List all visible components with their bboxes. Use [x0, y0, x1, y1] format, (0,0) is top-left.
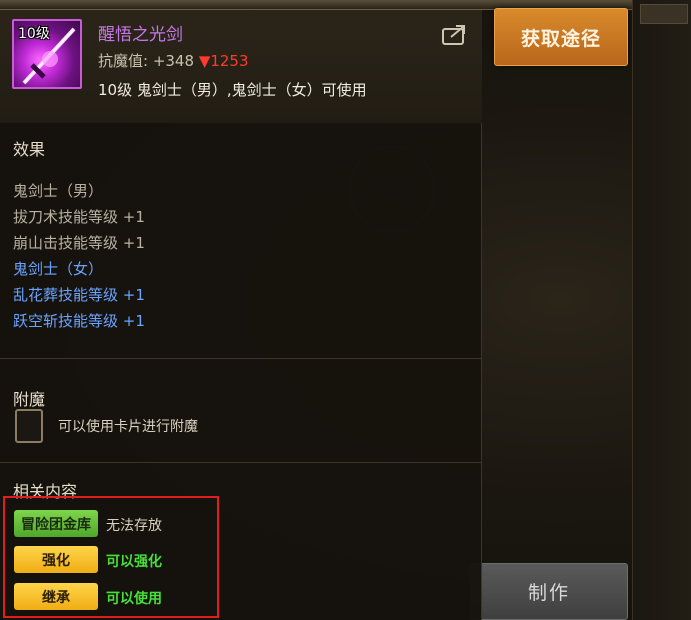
divider: [0, 358, 482, 359]
right-frame: [632, 0, 691, 620]
effect-line: 跃空斩技能等级 +1: [13, 312, 145, 330]
effect-line: 拔刀术技能等级 +1: [13, 208, 145, 226]
effect-line: 崩山击技能等级 +1: [13, 234, 145, 252]
anti-magic-label: 抗魔值: +348: [98, 52, 195, 70]
divider: [0, 462, 482, 463]
right-frame-tab: [640, 4, 688, 24]
share-icon[interactable]: [441, 24, 467, 46]
anti-magic-decrease: ▼1253: [198, 52, 249, 70]
effect-line: 乱花葬技能等级 +1: [13, 286, 145, 304]
usable-by: 10级 鬼剑士（男）,鬼剑士（女）可使用: [98, 81, 367, 99]
effects-title: 效果: [13, 140, 46, 159]
anti-magic-value: 抗魔值: +348 ▼1253: [98, 50, 249, 71]
tag-value: 无法存放: [106, 518, 162, 534]
effect-header-male: 鬼剑士（男）: [13, 182, 104, 200]
card-slot[interactable]: [15, 409, 43, 443]
tooltip-header: 10级 醒悟之光剑 抗魔值: +348 ▼1253 10级 鬼剑士（男）,鬼剑士…: [0, 10, 482, 123]
make-button[interactable]: 制作: [470, 563, 628, 620]
tag-value: 可以强化: [106, 554, 162, 570]
enchant-text: 可以使用卡片进行附魔: [58, 419, 198, 435]
tag-adventure-vault: 冒险团金库: [14, 510, 98, 537]
tag-enhance: 强化: [14, 546, 98, 573]
item-tooltip: 10级 醒悟之光剑 抗魔值: +348 ▼1253 10级 鬼剑士（男）,鬼剑士…: [0, 10, 482, 620]
tag-value: 可以使用: [106, 591, 162, 607]
effect-header-female: 鬼剑士（女）: [13, 260, 104, 278]
item-level: 10级: [18, 26, 50, 42]
item-name: 醒悟之光剑: [98, 25, 183, 45]
get-path-button[interactable]: 获取途径: [494, 8, 628, 66]
tag-inherit: 继承: [14, 583, 98, 610]
sword-item-icon[interactable]: 10级: [12, 19, 82, 89]
enchant-title: 附魔: [13, 390, 46, 409]
